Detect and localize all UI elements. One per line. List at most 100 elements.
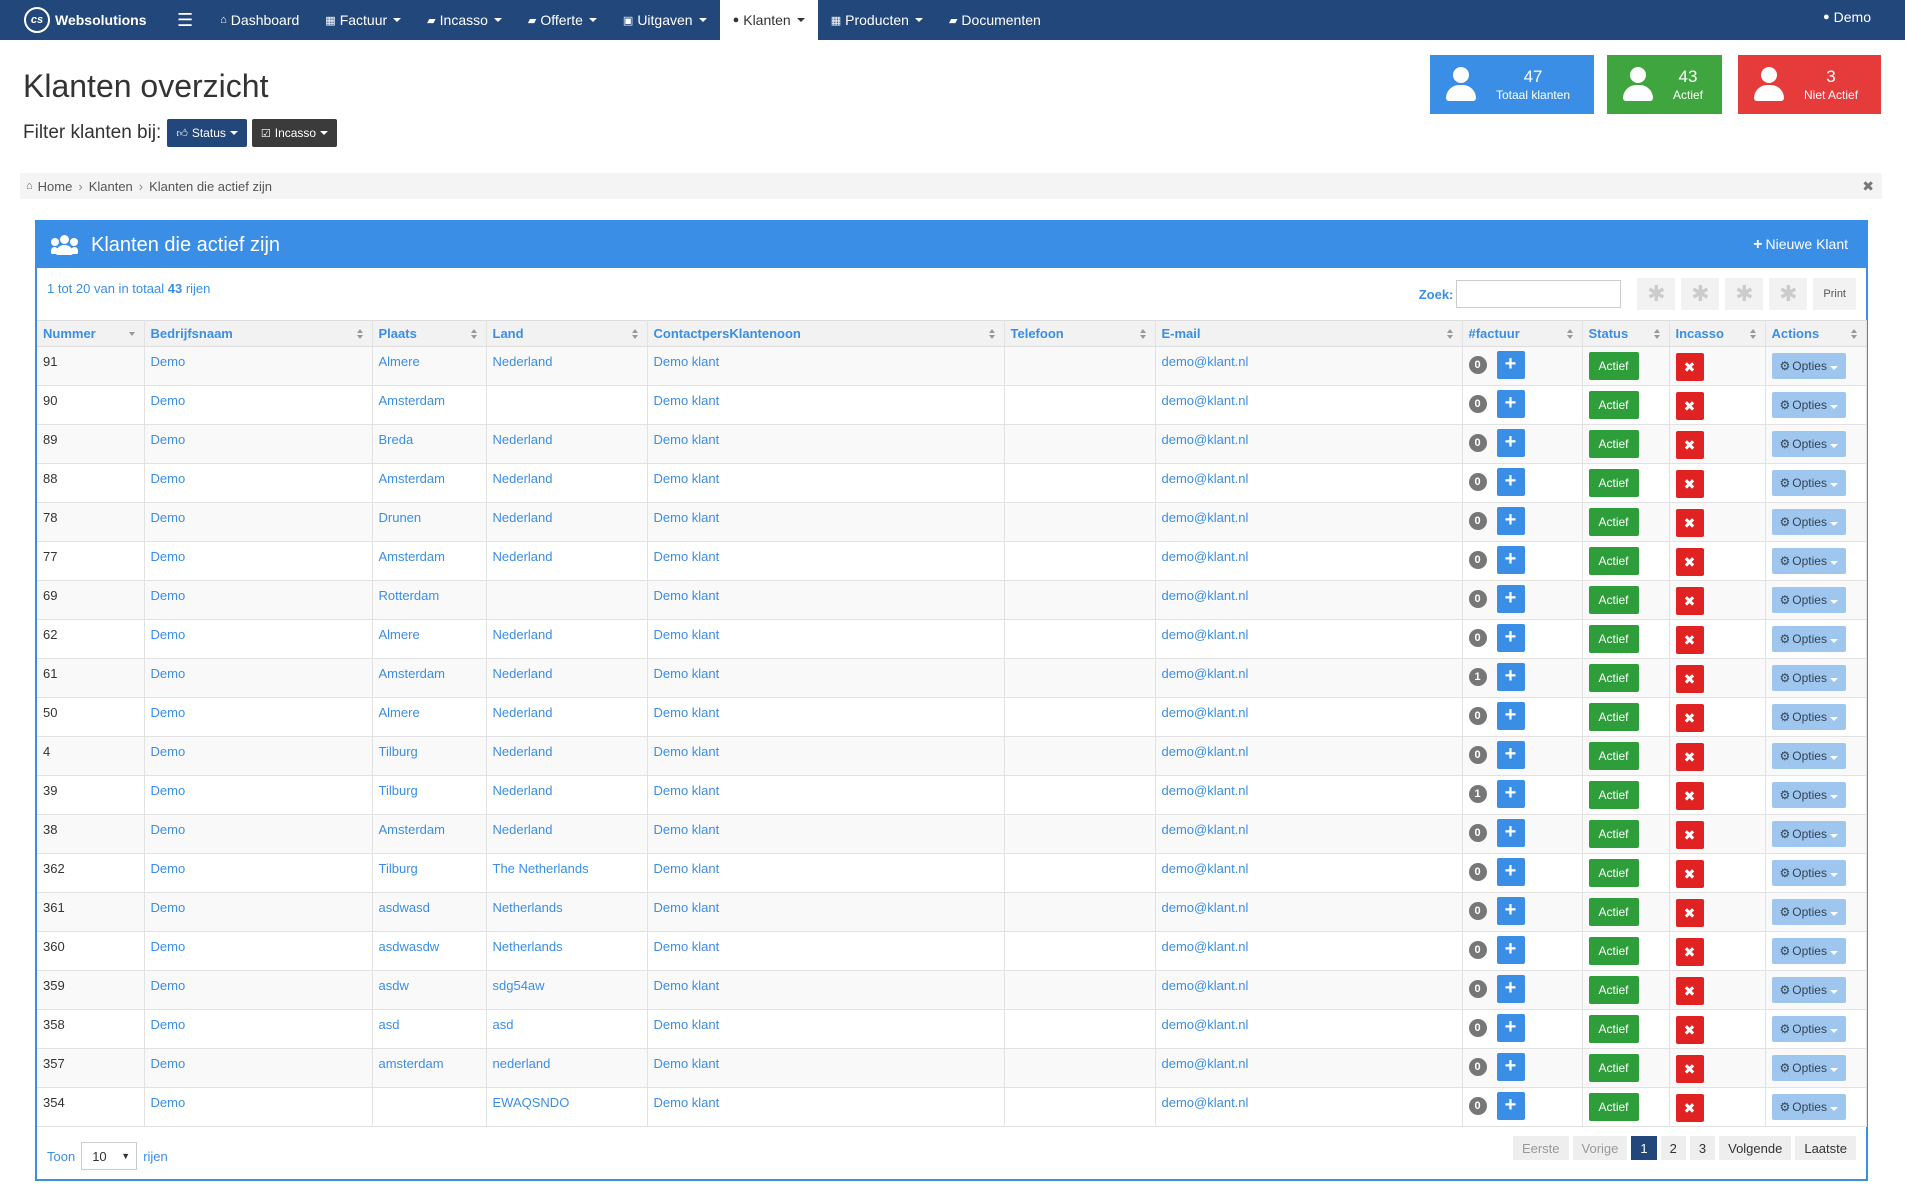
incasso-toggle-button[interactable]: ✖ bbox=[1675, 626, 1704, 654]
status-button[interactable]: Actief bbox=[1588, 508, 1639, 536]
add-invoice-button[interactable]: + bbox=[1496, 897, 1525, 925]
cell-contactpersoon-text[interactable]: Demo klant bbox=[654, 815, 998, 838]
options-dropdown-button[interactable]: ⚙ Opties bbox=[1771, 899, 1846, 925]
options-dropdown-button[interactable]: ⚙ Opties bbox=[1771, 860, 1846, 886]
cell-email-text[interactable]: demo@klant.nl bbox=[1162, 1010, 1456, 1033]
options-dropdown-button[interactable]: ⚙ Opties bbox=[1771, 548, 1846, 574]
status-button[interactable]: Actief bbox=[1588, 976, 1639, 1004]
cell-land-text[interactable]: Netherlands bbox=[493, 932, 641, 955]
page-button-1[interactable]: 1 bbox=[1631, 1136, 1657, 1160]
incasso-toggle-button[interactable]: ✖ bbox=[1675, 977, 1704, 1005]
column-header-bedrijfsnaam[interactable]: Bedrijfsnaam bbox=[144, 320, 373, 347]
nav-item-klanten[interactable]: ● Klanten bbox=[719, 0, 818, 40]
status-button[interactable]: Actief bbox=[1588, 1015, 1639, 1043]
cell-land-text[interactable]: Nederland bbox=[493, 347, 641, 370]
cell-plaats-text[interactable]: Amsterdam bbox=[379, 386, 480, 409]
cell-land-text[interactable]: sdg54aw bbox=[493, 971, 641, 994]
cell-bedrijfsnaam-text[interactable]: Demo bbox=[151, 386, 366, 409]
cell-land-text[interactable]: Nederland bbox=[493, 542, 641, 565]
export-excel-icon[interactable]: ✱ bbox=[1725, 278, 1764, 310]
cell-bedrijfsnaam-text[interactable]: Demo bbox=[151, 776, 366, 799]
cell-bedrijfsnaam-text[interactable]: Demo bbox=[151, 971, 366, 994]
cell-contactpersoon-text[interactable]: Demo klant bbox=[654, 386, 998, 409]
cell-bedrijfsnaam-text[interactable]: Demo bbox=[151, 542, 366, 565]
cell-email-text[interactable]: demo@klant.nl bbox=[1162, 776, 1456, 799]
cell-land-text[interactable]: Nederland bbox=[493, 776, 641, 799]
options-dropdown-button[interactable]: ⚙ Opties bbox=[1771, 821, 1846, 847]
cell-land-text[interactable]: Nederland bbox=[493, 815, 641, 838]
status-button[interactable]: Actief bbox=[1588, 703, 1639, 731]
close-icon[interactable]: ✖ bbox=[1862, 178, 1874, 195]
cell-land-text[interactable]: The Netherlands bbox=[493, 854, 641, 877]
cell-email-text[interactable]: demo@klant.nl bbox=[1162, 815, 1456, 838]
export-csv-icon[interactable]: ✱ bbox=[1681, 278, 1720, 310]
status-button[interactable]: Actief bbox=[1588, 586, 1639, 614]
add-invoice-button[interactable]: + bbox=[1496, 390, 1525, 418]
add-invoice-button[interactable]: + bbox=[1496, 702, 1525, 730]
breadcrumb-klanten[interactable]: Klanten bbox=[89, 179, 133, 194]
cell-email-text[interactable]: demo@klant.nl bbox=[1162, 503, 1456, 526]
cell-land-text[interactable] bbox=[493, 581, 641, 588]
cell-plaats-text[interactable]: Almere bbox=[379, 347, 480, 370]
cell-plaats-text[interactable]: Almere bbox=[379, 698, 480, 721]
options-dropdown-button[interactable]: ⚙ Opties bbox=[1771, 470, 1846, 496]
cell-email-text[interactable]: demo@klant.nl bbox=[1162, 659, 1456, 682]
status-button[interactable]: Actief bbox=[1588, 469, 1639, 497]
cell-plaats-text[interactable] bbox=[379, 1088, 480, 1095]
incasso-toggle-button[interactable]: ✖ bbox=[1675, 782, 1704, 810]
page-button-volgende[interactable]: Volgende bbox=[1719, 1136, 1792, 1160]
add-invoice-button[interactable]: + bbox=[1496, 624, 1525, 652]
incasso-toggle-button[interactable]: ✖ bbox=[1675, 548, 1704, 576]
column-header-actions[interactable]: Actions bbox=[1765, 320, 1867, 347]
cell-email-text[interactable]: demo@klant.nl bbox=[1162, 347, 1456, 370]
cell-plaats-text[interactable]: Amsterdam bbox=[379, 815, 480, 838]
incasso-toggle-button[interactable]: ✖ bbox=[1675, 1094, 1704, 1122]
cell-email-text[interactable]: demo@klant.nl bbox=[1162, 971, 1456, 994]
cell-email-text[interactable]: demo@klant.nl bbox=[1162, 854, 1456, 877]
status-button[interactable]: Actief bbox=[1588, 391, 1639, 419]
cell-bedrijfsnaam-text[interactable]: Demo bbox=[151, 1088, 366, 1111]
incasso-toggle-button[interactable]: ✖ bbox=[1675, 1055, 1704, 1083]
stat-total-customers[interactable]: 47 Totaal klanten bbox=[1430, 55, 1594, 114]
cell-land-text[interactable]: nederland bbox=[493, 1049, 641, 1072]
options-dropdown-button[interactable]: ⚙ Opties bbox=[1771, 392, 1846, 418]
new-customer-button[interactable]: + Nieuwe Klant bbox=[1753, 236, 1848, 254]
options-dropdown-button[interactable]: ⚙ Opties bbox=[1771, 1094, 1846, 1120]
add-invoice-button[interactable]: + bbox=[1496, 819, 1525, 847]
nav-item-dashboard[interactable]: ⌂ Dashboard bbox=[207, 0, 312, 40]
cell-bedrijfsnaam-text[interactable]: Demo bbox=[151, 659, 366, 682]
column-header-e-mail[interactable]: E-mail bbox=[1155, 320, 1463, 347]
cell-plaats-text[interactable]: Tilburg bbox=[379, 854, 480, 877]
nav-item-incasso[interactable]: ▰ Incasso bbox=[414, 0, 515, 40]
status-button[interactable]: Actief bbox=[1588, 430, 1639, 458]
filter-status-button[interactable]: 👍︎ Status bbox=[167, 119, 247, 147]
add-invoice-button[interactable]: + bbox=[1496, 1053, 1525, 1081]
cell-bedrijfsnaam-text[interactable]: Demo bbox=[151, 581, 366, 604]
cell-email-text[interactable]: demo@klant.nl bbox=[1162, 1088, 1456, 1111]
status-button[interactable]: Actief bbox=[1588, 625, 1639, 653]
options-dropdown-button[interactable]: ⚙ Opties bbox=[1771, 665, 1846, 691]
export-copy-icon[interactable]: ✱ bbox=[1637, 278, 1676, 310]
cell-email-text[interactable]: demo@klant.nl bbox=[1162, 620, 1456, 643]
add-invoice-button[interactable]: + bbox=[1496, 663, 1525, 691]
cell-bedrijfsnaam-text[interactable]: Demo bbox=[151, 815, 366, 838]
cell-email-text[interactable]: demo@klant.nl bbox=[1162, 737, 1456, 760]
nav-item-uitgaven[interactable]: ▣ Uitgaven bbox=[610, 0, 720, 40]
column-header-status[interactable]: Status bbox=[1582, 320, 1670, 347]
options-dropdown-button[interactable]: ⚙ Opties bbox=[1771, 743, 1846, 769]
cell-land-text[interactable]: Nederland bbox=[493, 464, 641, 487]
export-pdf-icon[interactable]: ✱ bbox=[1769, 278, 1808, 310]
cell-contactpersoon-text[interactable]: Demo klant bbox=[654, 698, 998, 721]
cell-contactpersoon-text[interactable]: Demo klant bbox=[654, 464, 998, 487]
column-header-nummer[interactable]: Nummer bbox=[37, 320, 145, 347]
add-invoice-button[interactable]: + bbox=[1496, 1092, 1525, 1120]
cell-land-text[interactable]: Nederland bbox=[493, 503, 641, 526]
incasso-toggle-button[interactable]: ✖ bbox=[1675, 899, 1704, 927]
status-button[interactable]: Actief bbox=[1588, 820, 1639, 848]
add-invoice-button[interactable]: + bbox=[1496, 429, 1525, 457]
cell-contactpersoon-text[interactable]: Demo klant bbox=[654, 1088, 998, 1111]
cell-email-text[interactable]: demo@klant.nl bbox=[1162, 893, 1456, 916]
incasso-toggle-button[interactable]: ✖ bbox=[1675, 821, 1704, 849]
cell-plaats-text[interactable]: asdw bbox=[379, 971, 480, 994]
nav-item-offerte[interactable]: ▰ Offerte bbox=[515, 0, 610, 40]
